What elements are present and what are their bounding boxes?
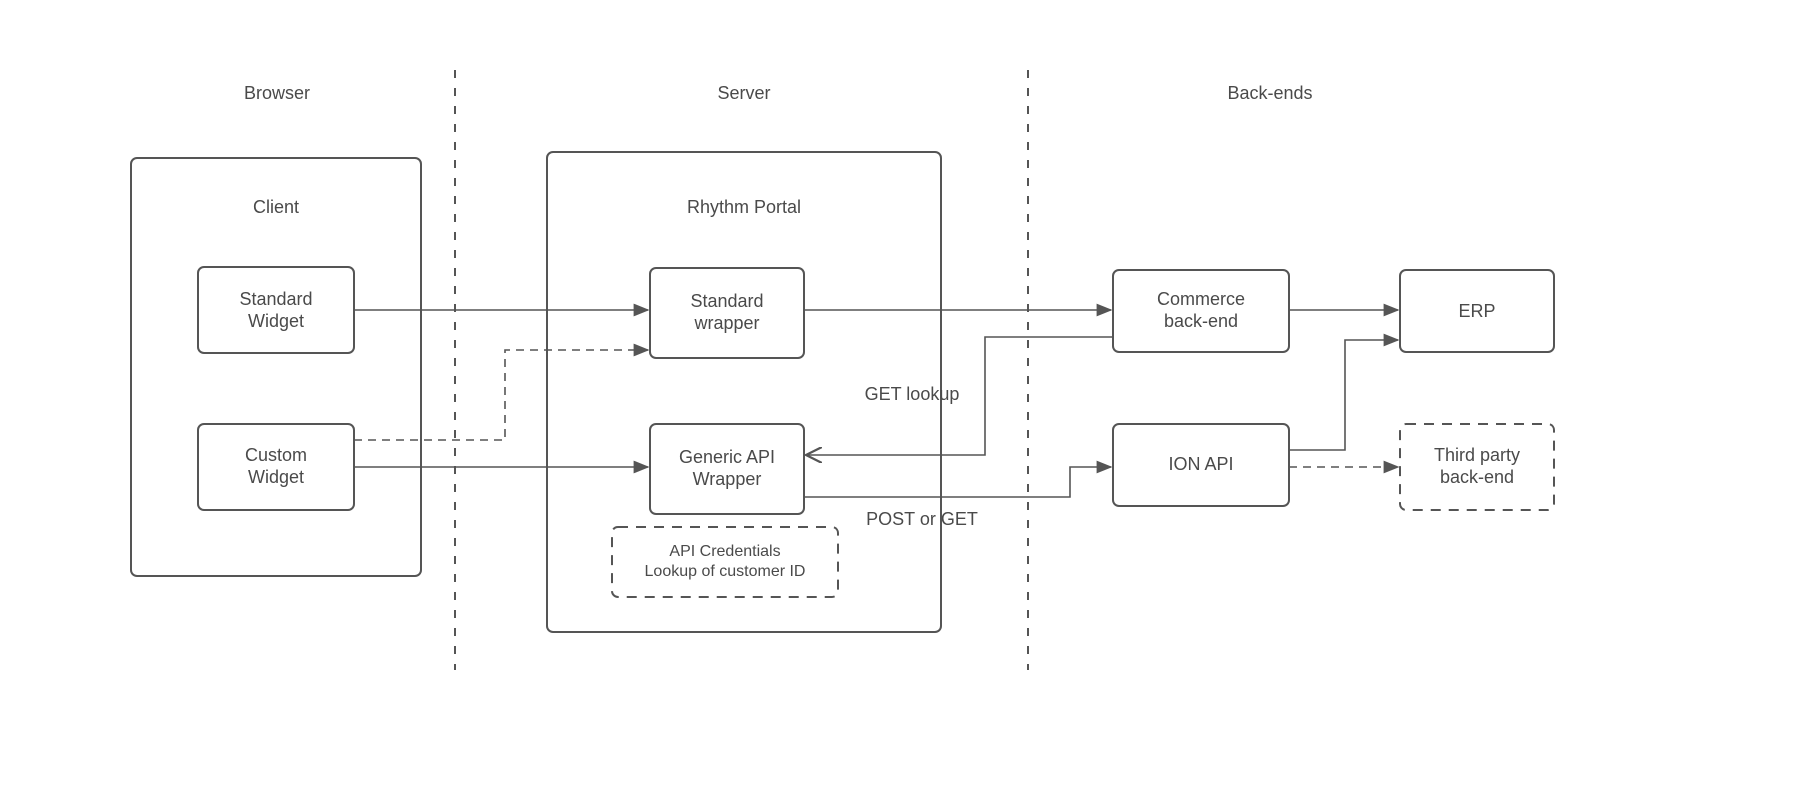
diagram-canvas: Browser Server Back-ends Client Standard… — [0, 0, 1806, 800]
commerce-l2: back-end — [1164, 311, 1238, 331]
section-backends-label: Back-ends — [1227, 83, 1312, 103]
standard-widget-l1: Standard — [239, 289, 312, 309]
standard-wrapper-l2: wrapper — [693, 313, 759, 333]
third-party-l2: back-end — [1440, 467, 1514, 487]
portal-title: Rhythm Portal — [687, 197, 801, 217]
post-or-get-label: POST or GET — [866, 509, 978, 529]
custom-widget-l1: Custom — [245, 445, 307, 465]
custom-widget-l2: Widget — [248, 467, 304, 487]
generic-api-l1: Generic API — [679, 447, 775, 467]
standard-wrapper-l1: Standard — [690, 291, 763, 311]
arrow-ionapi-erp — [1289, 340, 1398, 450]
arrow-commerce-genericapi-lookup — [806, 337, 1113, 455]
section-browser-label: Browser — [244, 83, 310, 103]
generic-api-l2: Wrapper — [693, 469, 762, 489]
ion-api-label: ION API — [1168, 454, 1233, 474]
client-container — [131, 158, 421, 576]
get-lookup-label: GET lookup — [865, 384, 960, 404]
erp-label: ERP — [1458, 301, 1495, 321]
client-title: Client — [253, 197, 299, 217]
third-party-l1: Third party — [1434, 445, 1520, 465]
arrow-customwidget-stdwrapper — [354, 350, 648, 440]
api-credentials-box — [612, 527, 838, 597]
section-server-label: Server — [717, 83, 770, 103]
standard-widget-l2: Widget — [248, 311, 304, 331]
arrow-genericapi-ionapi — [804, 467, 1111, 497]
commerce-l1: Commerce — [1157, 289, 1245, 309]
credentials-l1: API Credentials — [669, 543, 780, 560]
credentials-l2: Lookup of customer ID — [645, 563, 806, 580]
